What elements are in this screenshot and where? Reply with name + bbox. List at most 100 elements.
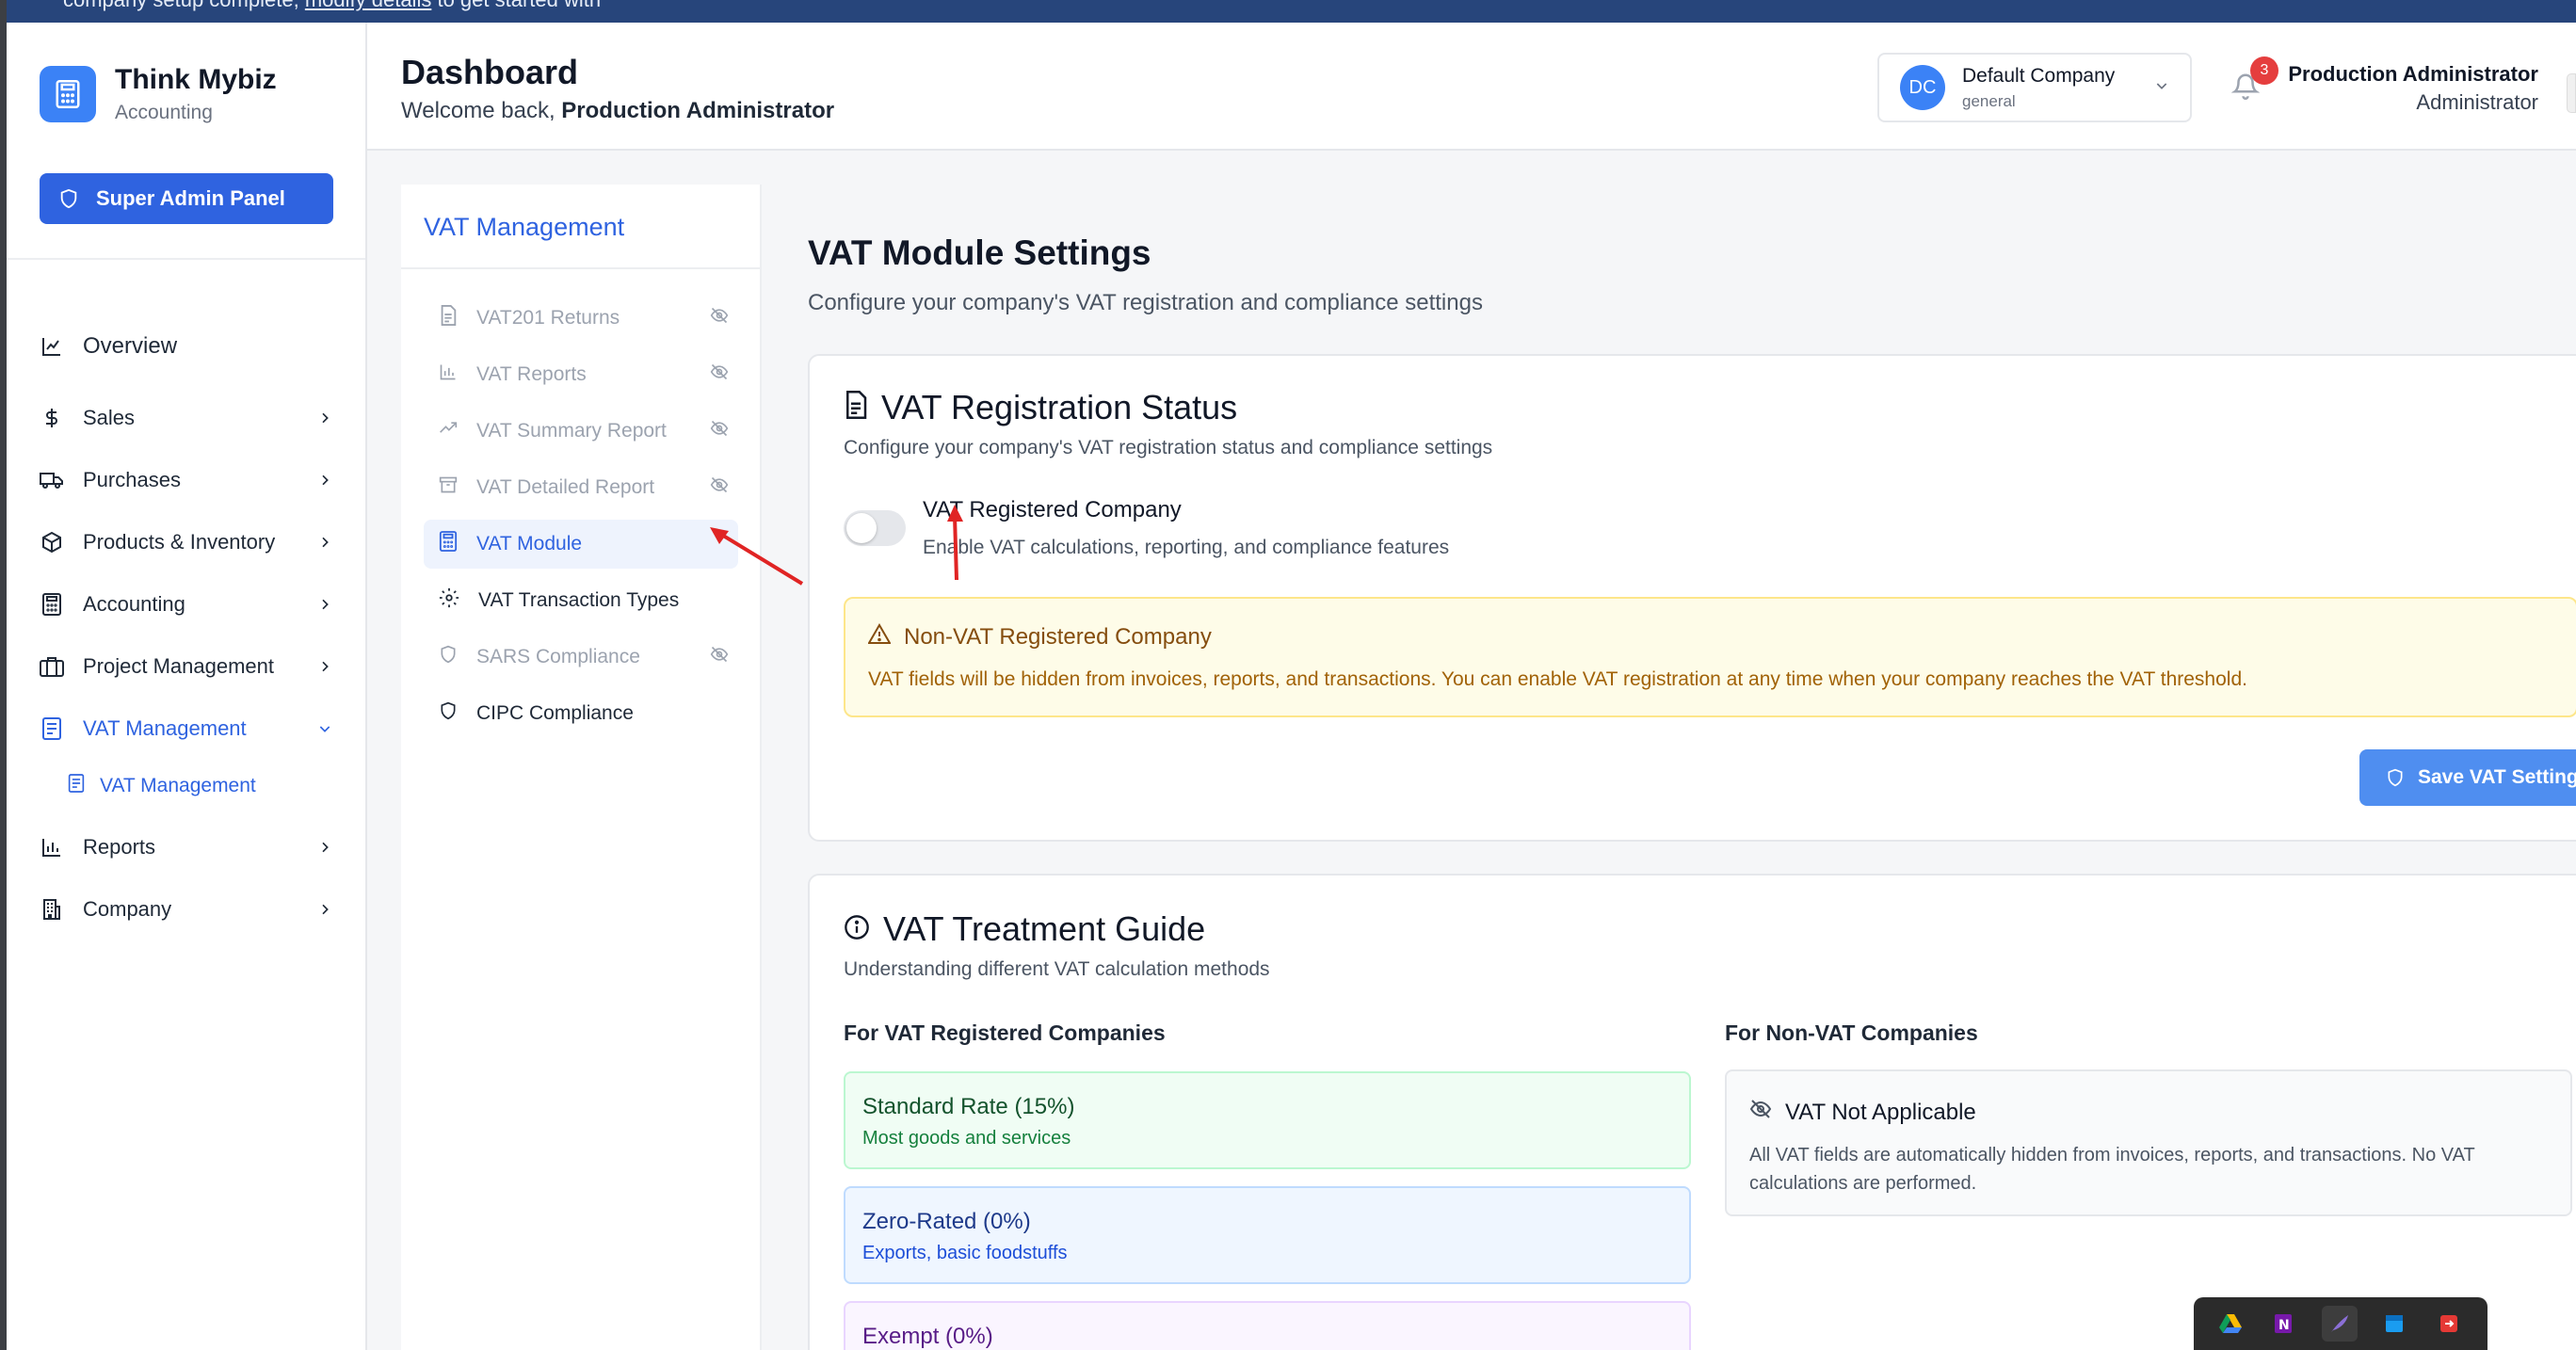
chevron-right-icon (314, 532, 335, 553)
vat-submenu-panel: VAT Management VAT201 Returns VAT Report… (401, 185, 762, 1350)
eye-off-icon (710, 419, 729, 443)
banner-link[interactable]: modify details (305, 0, 432, 11)
chevron-right-icon (314, 899, 335, 920)
welcome-user: Production Administrator (561, 98, 835, 123)
truck-icon (40, 468, 64, 492)
welcome-prefix: Welcome back, (401, 98, 562, 123)
sidebar-item-label: VAT Management (83, 716, 247, 740)
rate-description: Exports, basic foodstuffs (862, 1243, 1068, 1263)
remote-desktop-icon[interactable] (2431, 1306, 2467, 1342)
file-text-icon (844, 388, 868, 427)
super-admin-label: Super Admin Panel (96, 186, 285, 210)
top-header: Dashboard Welcome back, Production Admin… (367, 23, 2576, 151)
submenu-item-vat-summary-report[interactable]: VAT Summary Report (424, 407, 738, 456)
dollar-icon (40, 406, 64, 430)
sidebar-item-purchases[interactable]: Purchases (40, 461, 341, 499)
briefcase-icon (40, 654, 64, 679)
toggle-description: Enable VAT calculations, reporting, and … (923, 537, 1450, 558)
alert-text: VAT fields will be hidden from invoices,… (868, 668, 2247, 690)
submenu-item-label: VAT Module (476, 533, 583, 554)
sidebar-item-overview[interactable]: Overview (40, 328, 341, 365)
eye-off-icon (1749, 1098, 1772, 1127)
scroll-handle[interactable] (2567, 73, 2576, 113)
archive-icon (439, 474, 458, 501)
eye-off-icon (710, 475, 729, 500)
calculator-icon (40, 66, 96, 122)
sidebar-item-accounting[interactable]: Accounting (40, 586, 341, 623)
company-subtitle: general (1962, 91, 2016, 110)
company-avatar: DC (1900, 65, 1945, 110)
receipt-icon (68, 774, 85, 798)
top-banner: company setup complete, modify details t… (7, 0, 2576, 23)
rate-name: Zero-Rated (0%) (862, 1209, 1031, 1234)
sidebar-item-label: Sales (83, 406, 136, 429)
sidebar-item-label: Project Management (83, 654, 274, 678)
submenu-item-cipc-compliance[interactable]: CIPC Compliance (424, 689, 738, 738)
sidebar-item-project-management[interactable]: Project Management (40, 648, 341, 685)
trend-chart-icon (40, 334, 64, 359)
submenu-item-vat201-returns[interactable]: VAT201 Returns (424, 294, 738, 343)
submenu-divider (401, 267, 762, 269)
drive-icon[interactable] (2213, 1306, 2248, 1342)
submenu-item-vat-module[interactable]: VAT Module (424, 520, 738, 569)
submenu-item-vat-detailed-report[interactable]: VAT Detailed Report (424, 463, 738, 512)
calculator-icon (439, 531, 458, 557)
vat-registered-toggle[interactable] (844, 510, 906, 546)
shield-icon (60, 188, 77, 209)
super-admin-panel-button[interactable]: Super Admin Panel (40, 173, 333, 224)
vat-treatment-guide-card: VAT Treatment Guide Understanding differ… (808, 874, 2576, 1350)
submenu-item-label: VAT Transaction Types (478, 589, 680, 611)
card-subtitle: Understanding different VAT calculation … (844, 958, 1270, 980)
building-icon (40, 897, 64, 922)
submenu-title: VAT Management (424, 213, 625, 241)
trending-up-icon (439, 418, 458, 444)
vat-registration-card: VAT Registration Status Configure your c… (808, 354, 2576, 842)
app-icon[interactable] (2376, 1306, 2412, 1342)
receipt-icon (40, 716, 64, 741)
non-vat-alert: Non-VAT Registered Company VAT fields wi… (844, 597, 2576, 717)
chevron-down-icon (314, 718, 335, 739)
alert-title-text: Non-VAT Registered Company (904, 623, 1212, 650)
nonvat-text: All VAT fields are automatically hidden … (1749, 1145, 2475, 1194)
sidebar-item-label: Reports (83, 835, 156, 859)
shield-icon (439, 700, 458, 727)
submenu-item-label: VAT201 Returns (476, 307, 620, 329)
toggle-knob (846, 513, 877, 543)
user-name[interactable]: Production Administrator (2288, 62, 2538, 87)
file-text-icon (439, 305, 458, 331)
sidebar-item-label: Accounting (83, 592, 185, 616)
chevron-right-icon (314, 656, 335, 677)
sidebar-item-vat-management[interactable]: VAT Management (40, 710, 341, 747)
submenu-item-sars-compliance[interactable]: SARS Compliance (424, 633, 738, 682)
window-edge (0, 0, 7, 1350)
brand[interactable]: Think Mybiz Accounting (40, 64, 277, 124)
svg-text:N: N (2278, 1318, 2290, 1333)
welcome-message: Welcome back, Production Administrator (401, 98, 834, 124)
sidebar-subitem-label: VAT Management (100, 775, 256, 796)
sidebar-item-label: Company (83, 897, 172, 921)
save-vat-settings-button[interactable]: Save VAT Settings (2359, 749, 2576, 806)
sidebar-item-label: Purchases (83, 468, 181, 491)
submenu-item-vat-reports[interactable]: VAT Reports (424, 350, 738, 399)
chevron-right-icon (314, 408, 335, 428)
calculator-icon (40, 592, 64, 617)
eye-off-icon (710, 306, 729, 330)
warning-icon (867, 623, 892, 651)
toggle-label: VAT Registered Company (923, 497, 1182, 522)
sidebar-item-reports[interactable]: Reports (40, 828, 341, 866)
feather-icon[interactable] (2322, 1306, 2358, 1342)
onenote-icon[interactable]: N (2267, 1306, 2303, 1342)
submenu-item-vat-transaction-types[interactable]: VAT Transaction Types (424, 576, 738, 625)
brand-name: Think Mybiz (115, 64, 277, 95)
rate-card-zero-rated: Zero-Rated (0%) Exports, basic foodstuff… (844, 1186, 1691, 1284)
sidebar-subitem-vat-management[interactable]: VAT Management (68, 768, 331, 804)
sidebar-item-company[interactable]: Company (40, 891, 341, 928)
sidebar-item-sales[interactable]: Sales (40, 399, 341, 437)
rate-card-exempt: Exempt (0%) (844, 1301, 1691, 1350)
card-title-text: VAT Registration Status (881, 388, 1238, 426)
eye-off-icon (710, 645, 729, 669)
shield-icon (2388, 768, 2403, 787)
sidebar-item-products-inventory[interactable]: Products & Inventory (40, 523, 341, 561)
vat-registered-heading: For VAT Registered Companies (844, 1021, 1166, 1045)
company-selector[interactable]: DC Default Company general (1877, 53, 2192, 122)
